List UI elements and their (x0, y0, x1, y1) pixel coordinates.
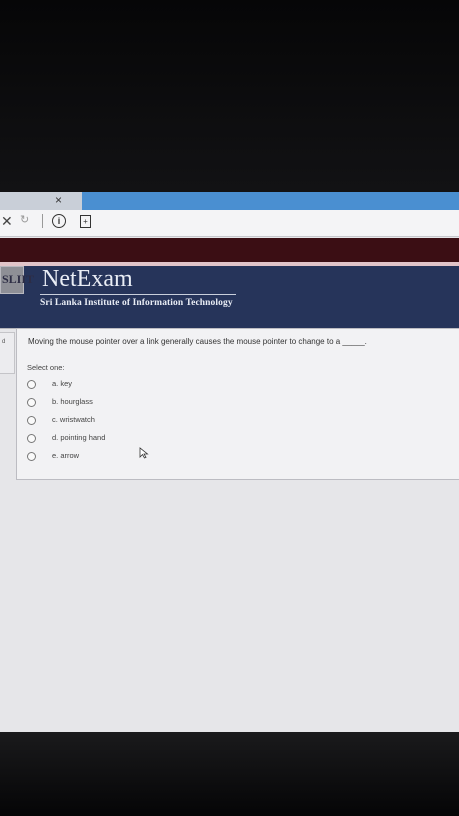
tab-strip: × (0, 192, 459, 210)
stop-icon[interactable]: ✕ (1, 214, 13, 228)
browser-screen: × ✕ ↻ i + SLIIT NetExam Sri Lanka Instit… (0, 192, 459, 740)
title-underline (40, 294, 236, 295)
question-card: Moving the mouse pointer over a link gen… (16, 328, 459, 480)
sliit-logo: SLIIT (0, 266, 34, 294)
site-title: NetExam (42, 266, 133, 292)
site-subtitle: Sri Lanka Institute of Information Techn… (40, 298, 233, 308)
option-label[interactable]: a. key (52, 379, 72, 388)
option-label[interactable]: e. arrow (52, 451, 79, 460)
tab-bar-background (82, 192, 459, 210)
question-text: Moving the mouse pointer over a link gen… (28, 337, 367, 346)
mouse-cursor-icon (139, 447, 149, 459)
address-bar: ✕ ↻ i + (0, 210, 459, 237)
reload-icon[interactable]: ↻ (20, 215, 29, 226)
radio-button[interactable] (27, 380, 36, 389)
select-one-label: Select one: (27, 363, 65, 372)
address-separator (42, 214, 43, 228)
question-info-stub: d (0, 332, 15, 374)
radio-button[interactable] (27, 434, 36, 443)
page-icon[interactable]: + (80, 215, 91, 228)
site-header: SLIIT NetExam Sri Lanka Institute of Inf… (0, 266, 459, 328)
monitor-top-bezel (0, 0, 459, 192)
monitor-bottom-bezel (0, 732, 459, 816)
info-icon[interactable]: i (52, 214, 66, 228)
site-top-band (0, 238, 459, 262)
stub-text: d (2, 339, 6, 345)
radio-button[interactable] (27, 416, 36, 425)
option-label[interactable]: c. wristwatch (52, 415, 95, 424)
logo-text: SLIIT (2, 272, 35, 286)
option-label[interactable]: d. pointing hand (52, 433, 105, 442)
option-label[interactable]: b. hourglass (52, 397, 93, 406)
radio-button[interactable] (27, 398, 36, 407)
tab-close-icon[interactable]: × (55, 193, 62, 207)
radio-button[interactable] (27, 452, 36, 461)
